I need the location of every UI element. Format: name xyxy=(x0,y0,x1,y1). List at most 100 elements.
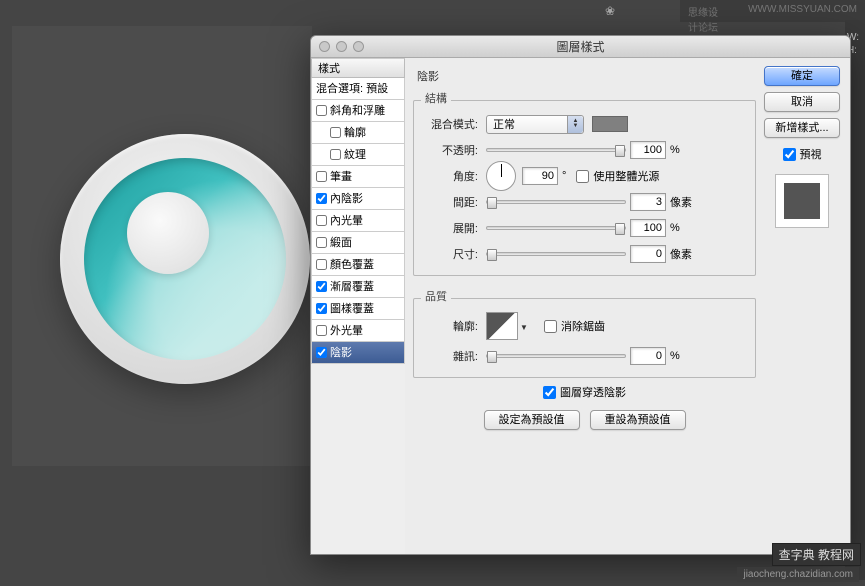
sidebar-item-2[interactable]: 輪廓 xyxy=(311,122,405,144)
minimize-icon[interactable] xyxy=(336,41,347,52)
watermark-site: jiaocheng.chazidian.com xyxy=(737,567,859,582)
opacity-unit: % xyxy=(670,144,680,156)
global-light-label: 使用整體光源 xyxy=(593,168,659,184)
sidebar-item-12[interactable]: 陰影 xyxy=(311,342,405,364)
style-checkbox[interactable] xyxy=(316,347,327,358)
canvas-background xyxy=(0,0,310,586)
zoom-icon[interactable] xyxy=(353,41,364,52)
distance-input[interactable] xyxy=(630,193,666,211)
quality-box: 輪廓: ▼ 消除鋸齒 雜訊: % xyxy=(413,298,756,378)
style-checkbox[interactable] xyxy=(330,127,341,138)
sidebar-item-label: 外光暈 xyxy=(330,320,363,342)
sidebar-header[interactable]: 樣式 xyxy=(311,58,405,78)
noise-label: 雜訊: xyxy=(422,348,486,364)
antialias-checkbox[interactable] xyxy=(544,320,557,333)
chevron-down-icon[interactable]: ▼ xyxy=(520,323,530,333)
slider-thumb[interactable] xyxy=(487,351,497,363)
sidebar-item-7[interactable]: 緞面 xyxy=(311,232,405,254)
slider-thumb[interactable] xyxy=(615,223,625,235)
spread-label: 展開: xyxy=(422,220,486,236)
new-style-button[interactable]: 新增樣式... xyxy=(764,118,840,138)
app-icon: ❀ xyxy=(605,4,619,18)
structure-box: 混合模式: 正常 ▲▼ 不透明: % 角度: xyxy=(413,100,756,276)
chevron-updown-icon: ▲▼ xyxy=(567,116,583,133)
preview-swatch xyxy=(784,183,820,219)
sidebar-item-6[interactable]: 內光暈 xyxy=(311,210,405,232)
style-checkbox[interactable] xyxy=(330,149,341,160)
distance-slider[interactable] xyxy=(486,200,626,204)
sidebar-item-label: 圖樣覆蓋 xyxy=(330,298,374,320)
sidebar-item-0[interactable]: 混合選項: 預設 xyxy=(311,78,405,100)
sidebar-item-10[interactable]: 圖樣覆蓋 xyxy=(311,298,405,320)
sidebar-item-label: 漸層覆蓋 xyxy=(330,276,374,298)
style-checkbox[interactable] xyxy=(316,193,327,204)
blend-mode-select[interactable]: 正常 ▲▼ xyxy=(486,115,584,134)
sidebar-item-label: 內光暈 xyxy=(330,210,363,232)
spread-input[interactable] xyxy=(630,219,666,237)
sidebar-item-label: 斜角和浮雕 xyxy=(330,100,385,122)
slider-thumb[interactable] xyxy=(487,197,497,209)
style-checkbox[interactable] xyxy=(316,237,327,248)
spread-slider[interactable] xyxy=(486,226,626,230)
reset-default-button[interactable]: 重設為預設值 xyxy=(590,410,686,430)
size-input[interactable] xyxy=(630,245,666,263)
sidebar-item-5[interactable]: 內陰影 xyxy=(311,188,405,210)
artboard xyxy=(12,26,312,466)
global-light-checkbox[interactable] xyxy=(576,170,589,183)
angle-input[interactable] xyxy=(522,167,558,185)
preview-swatch-box xyxy=(775,174,829,228)
angle-dial[interactable] xyxy=(486,161,516,191)
ok-button[interactable]: 確定 xyxy=(764,66,840,86)
knockout-label: 圖層穿透陰影 xyxy=(560,384,626,400)
quality-label: 品質 xyxy=(421,288,451,304)
top-watermark: 思缘设计论坛 WWW.MISSYUAN.COM xyxy=(680,0,865,22)
style-checkbox[interactable] xyxy=(316,281,327,292)
structure-label: 結構 xyxy=(421,90,451,106)
slider-thumb[interactable] xyxy=(615,145,625,157)
close-icon[interactable] xyxy=(319,41,330,52)
sidebar-item-11[interactable]: 外光暈 xyxy=(311,320,405,342)
sidebar-item-3[interactable]: 紋理 xyxy=(311,144,405,166)
noise-slider[interactable] xyxy=(486,354,626,358)
shadow-color-swatch[interactable] xyxy=(592,116,628,132)
sidebar-item-label: 筆畫 xyxy=(330,166,352,188)
watermark-forum: 思缘设计论坛 xyxy=(688,4,718,18)
contour-picker[interactable]: ▼ xyxy=(486,312,518,340)
sidebar-item-label: 顏色覆蓋 xyxy=(330,254,374,276)
make-default-button[interactable]: 設定為預設值 xyxy=(484,410,580,430)
preview-label: 預視 xyxy=(800,146,822,162)
sidebar-item-4[interactable]: 筆畫 xyxy=(311,166,405,188)
sidebar-item-label: 內陰影 xyxy=(330,188,363,210)
dialog-titlebar[interactable]: 圖層樣式 xyxy=(311,36,850,58)
opacity-input[interactable] xyxy=(630,141,666,159)
sidebar-item-9[interactable]: 漸層覆蓋 xyxy=(311,276,405,298)
effect-panel: 陰影 結構 混合模式: 正常 ▲▼ 不透明: % xyxy=(405,58,762,554)
cancel-button[interactable]: 取消 xyxy=(764,92,840,112)
knockout-checkbox[interactable] xyxy=(543,386,556,399)
style-checkbox[interactable] xyxy=(316,325,327,336)
dialog-title: 圖層樣式 xyxy=(556,40,604,54)
antialias-label: 消除鋸齒 xyxy=(561,318,605,334)
watermark-url: WWW.MISSYUAN.COM xyxy=(748,4,857,18)
sidebar-item-8[interactable]: 顏色覆蓋 xyxy=(311,254,405,276)
noise-input[interactable] xyxy=(630,347,666,365)
opacity-slider[interactable] xyxy=(486,148,626,152)
style-checkbox[interactable] xyxy=(316,171,327,182)
angle-unit: ° xyxy=(562,170,566,182)
blend-mode-value: 正常 xyxy=(493,116,515,132)
style-checkbox[interactable] xyxy=(316,215,327,226)
distance-unit: 像素 xyxy=(670,194,692,210)
blend-mode-label: 混合模式: xyxy=(422,116,486,132)
size-slider[interactable] xyxy=(486,252,626,256)
contour-label: 輪廓: xyxy=(422,318,486,334)
sidebar-item-label: 混合選項: 預設 xyxy=(316,78,388,100)
style-checkbox[interactable] xyxy=(316,259,327,270)
preview-checkbox[interactable] xyxy=(783,148,796,161)
size-label: 尺寸: xyxy=(422,246,486,262)
dialog-right-column: 確定 取消 新增樣式... 預視 xyxy=(762,58,850,554)
style-checkbox[interactable] xyxy=(316,105,327,116)
window-traffic-lights xyxy=(319,41,364,52)
slider-thumb[interactable] xyxy=(487,249,497,261)
sidebar-item-1[interactable]: 斜角和浮雕 xyxy=(311,100,405,122)
style-checkbox[interactable] xyxy=(316,303,327,314)
